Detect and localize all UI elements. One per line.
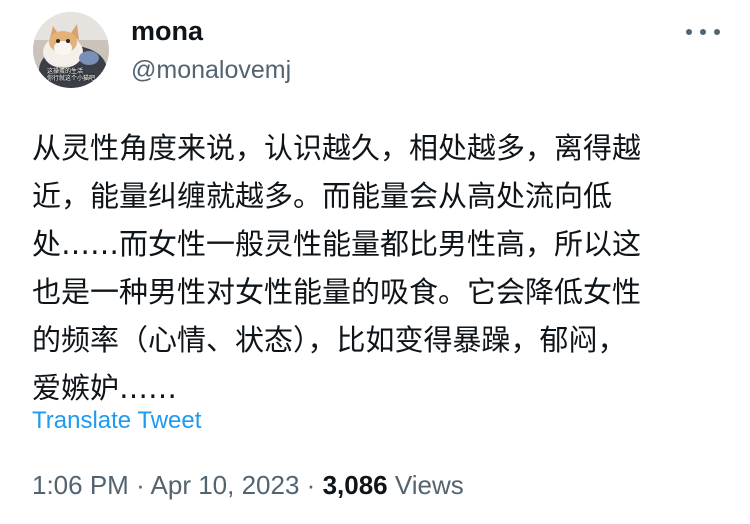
tweet-time[interactable]: 1:06 PM <box>32 470 129 500</box>
meta-separator: · <box>136 470 145 500</box>
tweet-text-line: 从灵性角度来说，认识越久，相处越多，离得越 <box>32 131 642 165</box>
tweet-text-line: 也是一种男性对女性能量的吸食。它会降低女性 <box>32 275 642 309</box>
translate-tweet-link[interactable]: Translate Tweet <box>32 406 201 436</box>
more-horizontal-icon-dot <box>686 29 692 35</box>
views-count: 3,086 <box>322 470 388 500</box>
author-avatar[interactable]: 这操蛋的生活 你行就这个小猫吧 <box>33 12 109 88</box>
avatar-caption: 这操蛋的生活 你行就这个小猫吧 <box>47 68 103 82</box>
more-horizontal-icon-dot <box>714 29 720 35</box>
tweet-text-line: 爱嫉妒…… <box>32 371 178 405</box>
meta-separator: · <box>306 470 316 500</box>
avatar-caption-line: 你行就这个小猫吧 <box>47 75 96 82</box>
avatar-caption-line: 这操蛋的生活 <box>47 68 84 75</box>
views-label: Views <box>394 470 464 500</box>
tweet-text-line: 处……而女性一般灵性能量都比男性高，所以这 <box>32 227 642 261</box>
tweet-meta: 1:06 PM · Apr 10, 2023 · 3,086 Views <box>32 469 464 501</box>
tweet-date[interactable]: Apr 10, 2023 <box>151 470 300 500</box>
tweet-text-line: 近，能量纠缠就越多。而能量会从高处流向低 <box>32 179 613 213</box>
author-display-name[interactable]: mona <box>131 15 203 47</box>
tweet-text-line: 的频率（心情、状态），比如变得暴躁，郁闷， <box>32 323 627 357</box>
more-options-button[interactable] <box>686 20 720 44</box>
more-horizontal-icon-dot <box>700 29 706 35</box>
tweet-text: 从灵性角度来说，认识越久，相处越多，离得越 近，能量纠缠就越多。而能量会从高处流… <box>32 124 727 412</box>
author-handle[interactable]: @monalovemj <box>131 55 291 85</box>
